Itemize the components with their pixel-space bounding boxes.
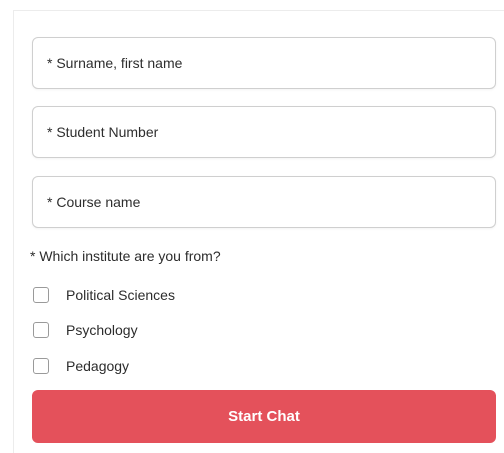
political-sciences-label: Political Sciences (66, 287, 175, 303)
name-field-wrapper (32, 37, 496, 89)
course-name-input[interactable] (33, 177, 495, 227)
institute-option-political-sciences[interactable]: Political Sciences (33, 285, 175, 305)
psychology-label: Psychology (66, 322, 138, 338)
student-number-field-wrapper (32, 106, 496, 158)
course-name-field-wrapper (32, 176, 496, 228)
psychology-checkbox[interactable] (33, 322, 49, 338)
political-sciences-checkbox[interactable] (33, 287, 49, 303)
institute-question-label: * Which institute are you from? (30, 248, 221, 264)
institute-option-psychology[interactable]: Psychology (33, 320, 138, 340)
institute-option-pedagogy[interactable]: Pedagogy (33, 356, 129, 376)
student-number-input[interactable] (33, 107, 495, 157)
pedagogy-checkbox[interactable] (33, 358, 49, 374)
start-chat-button[interactable]: Start Chat (32, 390, 496, 443)
pedagogy-label: Pedagogy (66, 358, 130, 374)
surname-first-name-input[interactable] (33, 38, 495, 88)
